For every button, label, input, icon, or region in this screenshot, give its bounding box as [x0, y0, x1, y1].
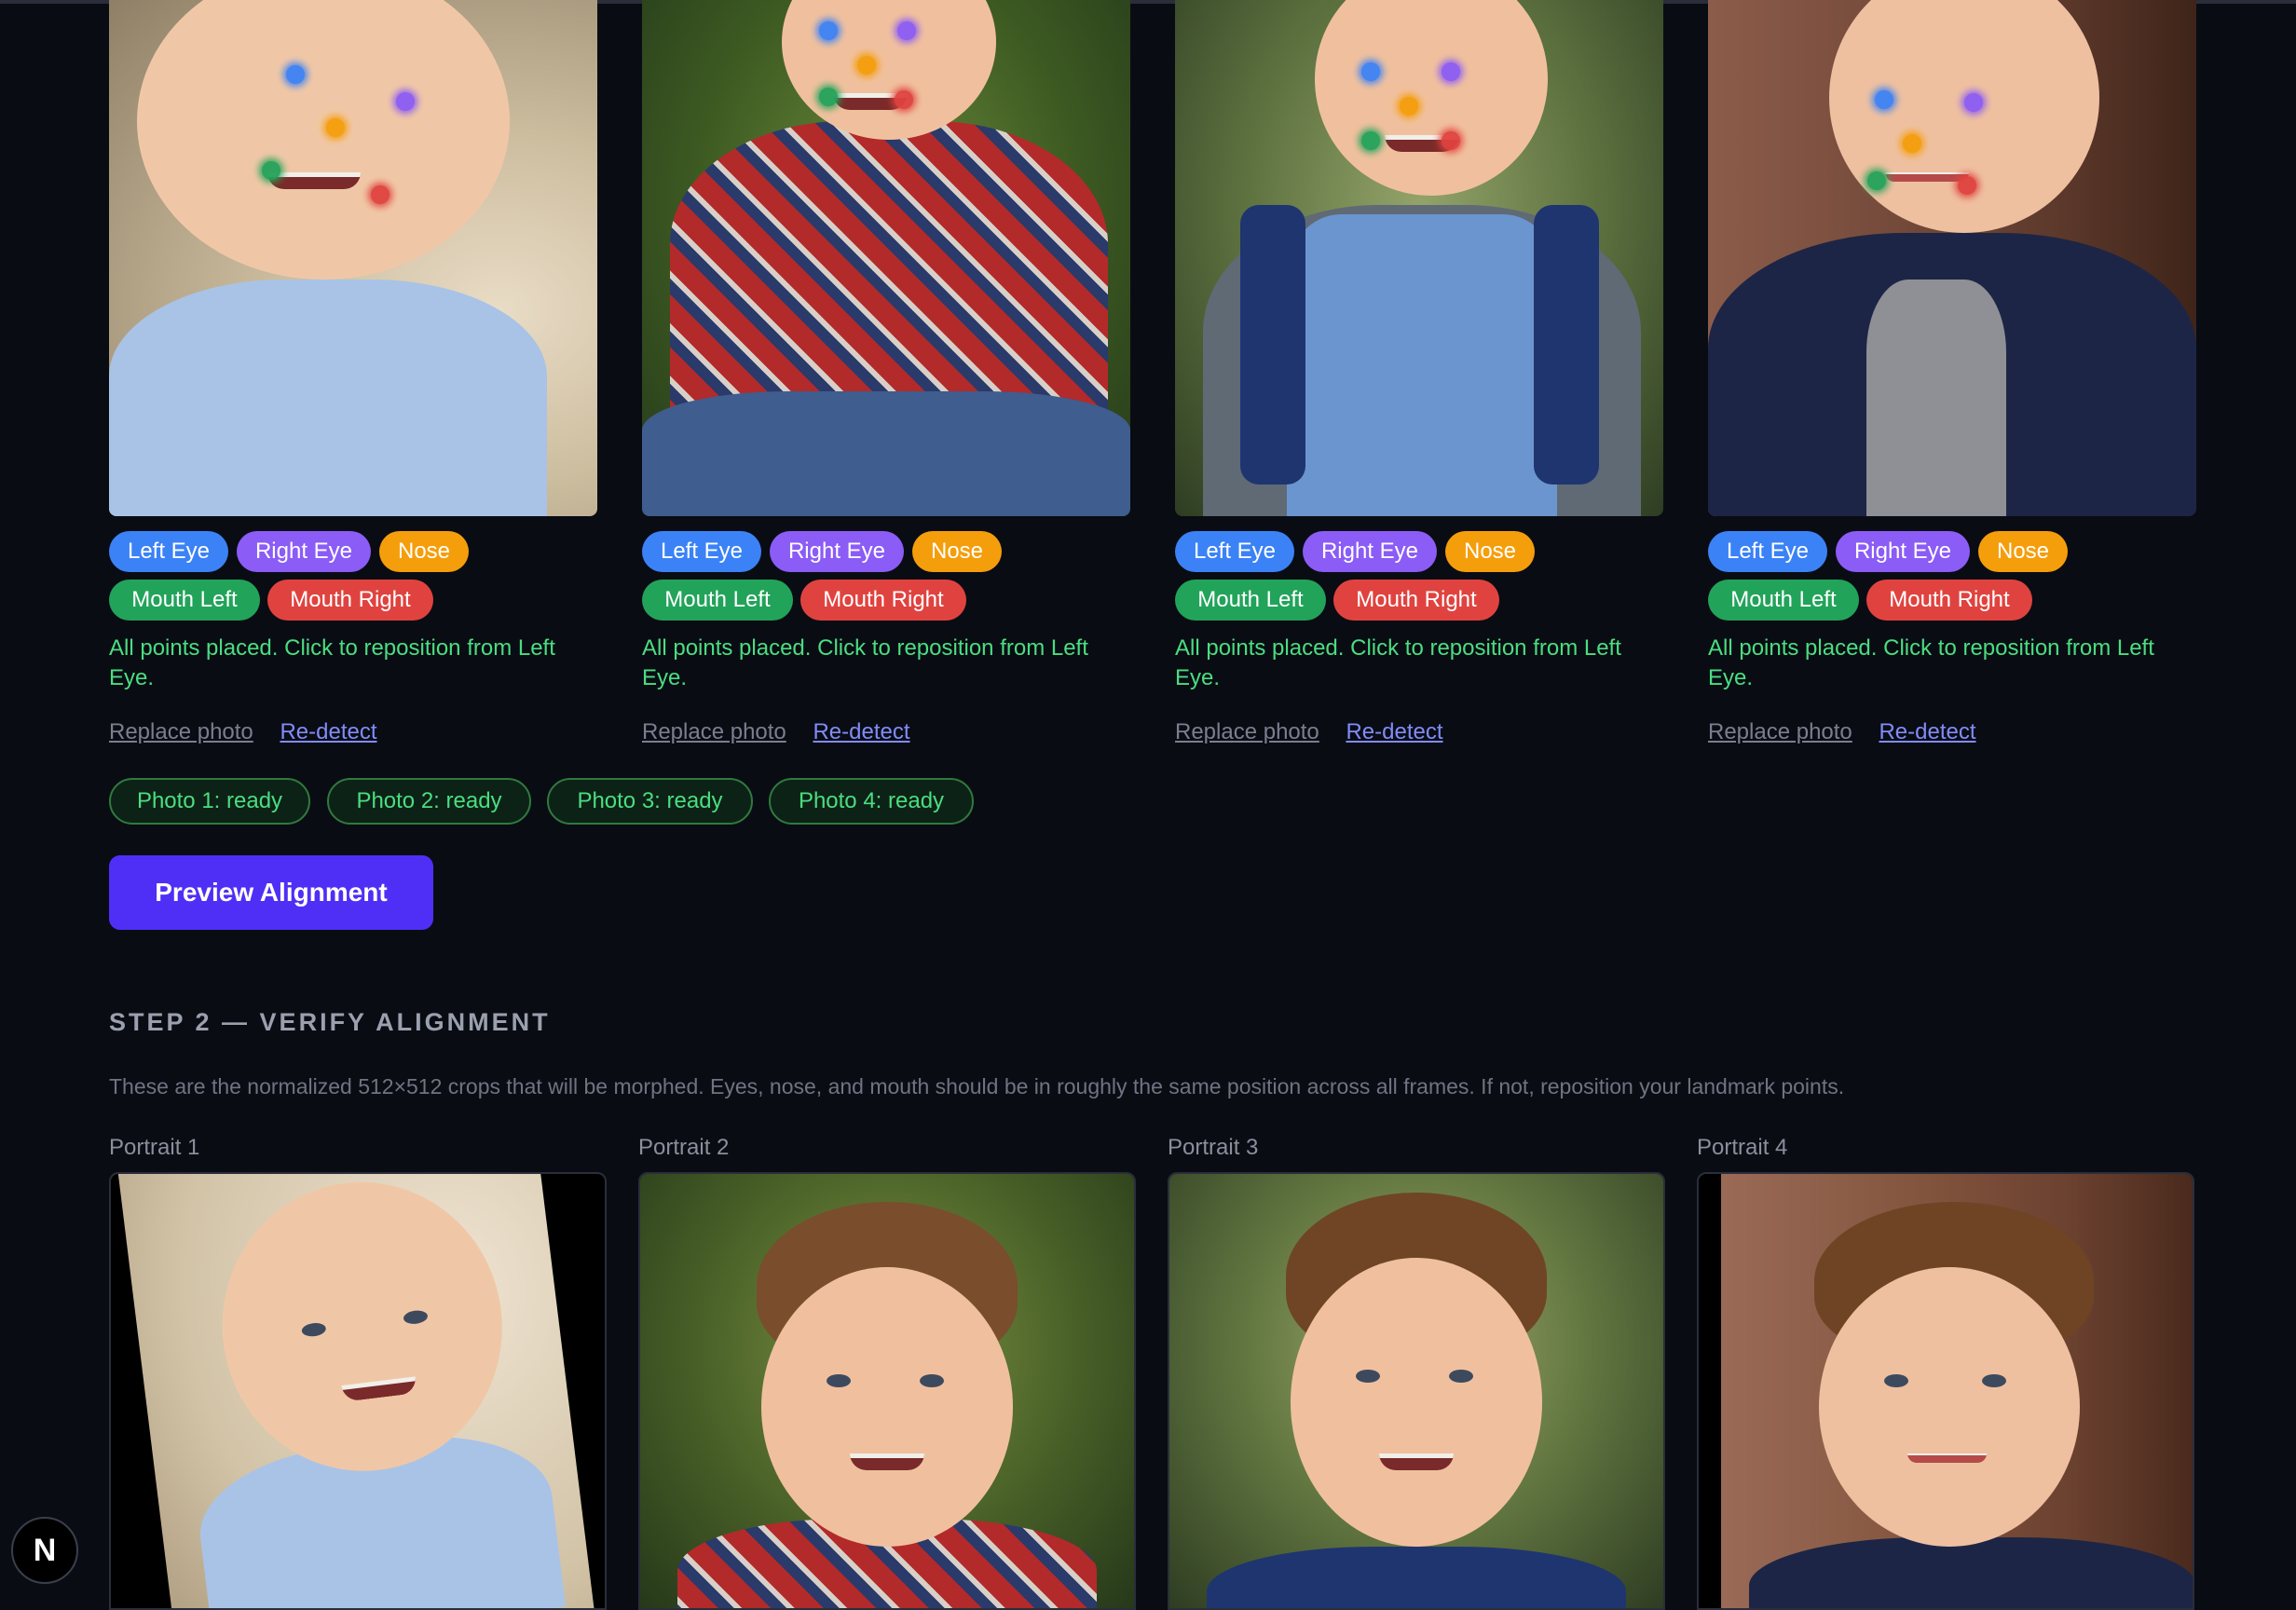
chip-mouth-left[interactable]: Mouth Left	[642, 580, 793, 621]
portrait-1-preview	[109, 1172, 607, 1610]
chip-left-eye[interactable]: Left Eye	[1708, 531, 1827, 572]
landmark-nose[interactable]	[857, 56, 876, 75]
chip-mouth-left[interactable]: Mouth Left	[109, 580, 260, 621]
chip-nose[interactable]: Nose	[912, 531, 1002, 572]
landmark-nose[interactable]	[1903, 134, 1921, 153]
landmark-mouth-right[interactable]	[895, 90, 913, 109]
portrait-4-label: Portrait 4	[1697, 1135, 1788, 1160]
chip-right-eye[interactable]: Right Eye	[770, 531, 904, 572]
photo-card-2: Left Eye Right Eye Nose Mouth Left Mouth…	[642, 0, 1130, 744]
photo-4-mouth	[1885, 172, 1969, 182]
chip-right-eye[interactable]: Right Eye	[1303, 531, 1437, 572]
photo-4-status-badge: Photo 4: ready	[769, 778, 974, 825]
photo-card-4: Left Eye Right Eye Nose Mouth Left Mouth…	[1708, 0, 2196, 744]
landmark-left-eye[interactable]	[819, 21, 838, 40]
replace-photo-link[interactable]: Replace photo	[1175, 719, 1319, 744]
photo-card-3: Left Eye Right Eye Nose Mouth Left Mouth…	[1175, 0, 1663, 744]
landmark-nose[interactable]	[1400, 97, 1418, 116]
landmark-status: All points placed. Click to reposition f…	[1175, 635, 1621, 690]
portrait-1-label: Portrait 1	[109, 1135, 200, 1160]
landmark-nose[interactable]	[326, 118, 345, 137]
chip-mouth-left[interactable]: Mouth Left	[1175, 580, 1326, 621]
photo-4-shirt	[1866, 280, 2006, 516]
step-2-description: These are the normalized 512×512 crops t…	[109, 1074, 1845, 1098]
portrait-2-image	[640, 1174, 1134, 1608]
chip-right-eye[interactable]: Right Eye	[237, 531, 371, 572]
photo-2-jeans	[642, 391, 1130, 516]
landmark-mouth-left[interactable]	[1867, 171, 1886, 190]
chip-left-eye[interactable]: Left Eye	[642, 531, 761, 572]
redetect-link[interactable]: Re-detect	[1879, 719, 1975, 744]
photo-3-backpack-strap-left	[1240, 205, 1305, 484]
landmark-status: All points placed. Click to reposition f…	[109, 635, 555, 690]
photo-3-status-badge: Photo 3: ready	[547, 778, 753, 825]
landmark-mouth-right[interactable]	[371, 185, 390, 204]
photo-1-mouth	[267, 172, 361, 189]
photo-3-canvas[interactable]	[1175, 0, 1663, 516]
photo-1-status-badge: Photo 1: ready	[109, 778, 310, 825]
chip-mouth-right[interactable]: Mouth Right	[267, 580, 433, 621]
photo-2-status-badge: Photo 2: ready	[327, 778, 531, 825]
landmark-status: All points placed. Click to reposition f…	[1708, 635, 2154, 690]
landmark-right-eye[interactable]	[396, 92, 415, 111]
portrait-2-preview	[638, 1172, 1136, 1610]
chip-nose[interactable]: Nose	[1445, 531, 1535, 572]
redetect-link[interactable]: Re-detect	[813, 719, 909, 744]
chip-left-eye[interactable]: Left Eye	[109, 531, 228, 572]
replace-photo-link[interactable]: Replace photo	[109, 719, 253, 744]
photo-1-canvas[interactable]	[109, 0, 597, 516]
replace-photo-link[interactable]: Replace photo	[1708, 719, 1852, 744]
photo-3-backpack-strap-right	[1534, 205, 1599, 484]
photo-3-shirt	[1287, 214, 1557, 516]
portrait-4-preview	[1697, 1172, 2194, 1610]
photo-card-1: Left Eye Right Eye Nose Mouth Left Mouth…	[109, 0, 597, 744]
chip-mouth-right[interactable]: Mouth Right	[1866, 580, 2032, 621]
redetect-link[interactable]: Re-detect	[280, 719, 376, 744]
framework-dev-badge[interactable]: N	[11, 1517, 78, 1584]
portrait-3-image	[1169, 1174, 1663, 1608]
chip-right-eye[interactable]: Right Eye	[1836, 531, 1970, 572]
step-2-heading: STEP 2 — VERIFY ALIGNMENT	[109, 1008, 551, 1036]
landmark-left-eye[interactable]	[1875, 90, 1893, 109]
landmark-mouth-right[interactable]	[1442, 131, 1460, 150]
portrait-1-image	[117, 1174, 598, 1608]
replace-photo-link[interactable]: Replace photo	[642, 719, 786, 744]
landmark-right-eye[interactable]	[1964, 93, 1983, 112]
landmark-right-eye[interactable]	[1442, 62, 1460, 81]
landmark-mouth-left[interactable]	[819, 88, 838, 106]
portrait-3-preview	[1168, 1172, 1665, 1610]
landmark-mouth-left[interactable]	[262, 161, 280, 180]
photo-2-canvas[interactable]	[642, 0, 1130, 516]
chip-mouth-right[interactable]: Mouth Right	[1333, 580, 1499, 621]
landmark-mouth-left[interactable]	[1361, 131, 1380, 150]
photo-2-shirt	[670, 121, 1108, 429]
card-actions: Replace photo Re-detect	[1175, 719, 1443, 745]
redetect-link[interactable]: Re-detect	[1346, 719, 1442, 744]
chip-nose[interactable]: Nose	[379, 531, 469, 572]
landmark-right-eye[interactable]	[897, 21, 916, 40]
card-actions: Replace photo Re-detect	[642, 719, 910, 745]
chip-mouth-right[interactable]: Mouth Right	[800, 580, 966, 621]
card-actions: Replace photo Re-detect	[1708, 719, 1976, 745]
portrait-4-image	[1721, 1174, 2193, 1608]
chip-left-eye[interactable]: Left Eye	[1175, 531, 1294, 572]
landmark-left-eye[interactable]	[1361, 62, 1380, 81]
chip-mouth-left[interactable]: Mouth Left	[1708, 580, 1859, 621]
preview-alignment-button[interactable]: Preview Alignment	[109, 855, 433, 930]
landmark-left-eye[interactable]	[286, 65, 305, 84]
landmark-status: All points placed. Click to reposition f…	[642, 635, 1088, 690]
chip-nose[interactable]: Nose	[1978, 531, 2068, 572]
landmark-mouth-right[interactable]	[1958, 176, 1976, 195]
card-actions: Replace photo Re-detect	[109, 719, 377, 745]
portrait-2-label: Portrait 2	[638, 1135, 730, 1160]
portrait-3-label: Portrait 3	[1168, 1135, 1259, 1160]
photo-1-shirt	[109, 280, 547, 516]
photo-4-canvas[interactable]	[1708, 0, 2196, 516]
